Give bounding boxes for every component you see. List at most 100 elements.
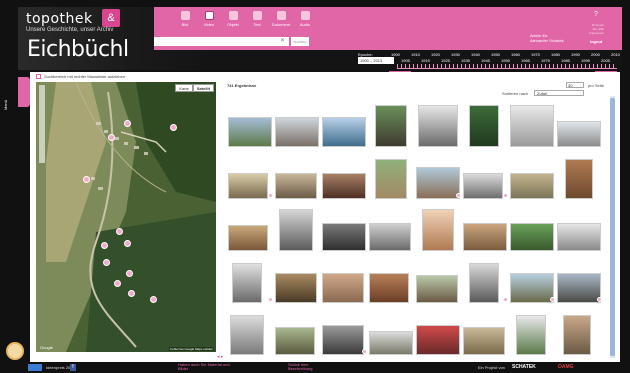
map-marker[interactable] bbox=[83, 176, 90, 183]
photo-thumbnail[interactable] bbox=[367, 310, 415, 355]
photo-thumbnail[interactable] bbox=[226, 310, 274, 355]
timeline-tick-label: 2000 bbox=[591, 52, 600, 57]
photo-thumbnail[interactable] bbox=[461, 258, 509, 303]
photo-thumbnail[interactable] bbox=[555, 206, 603, 251]
help-icon[interactable]: ? bbox=[594, 11, 602, 21]
photo-thumbnail[interactable] bbox=[226, 206, 274, 251]
photo-thumbnail[interactable] bbox=[367, 102, 415, 147]
photo-thumbnail[interactable] bbox=[508, 206, 556, 251]
photo-grid bbox=[226, 102, 602, 358]
photo-thumbnail[interactable] bbox=[320, 310, 368, 355]
photo-thumbnail[interactable] bbox=[367, 258, 415, 303]
search-input[interactable] bbox=[154, 37, 289, 46]
map-marker[interactable] bbox=[114, 280, 121, 287]
photo-thumbnail[interactable] bbox=[226, 258, 274, 303]
photo-thumbnail[interactable] bbox=[414, 102, 462, 147]
nav-objekt-button[interactable]: Objekt bbox=[222, 11, 244, 31]
photo-thumbnail[interactable] bbox=[320, 102, 368, 147]
map-marker[interactable] bbox=[128, 290, 135, 297]
photo-thumbnail[interactable] bbox=[508, 258, 556, 303]
photo-thumbnail[interactable] bbox=[461, 154, 509, 199]
photo-row bbox=[226, 154, 602, 199]
timeline-tick-label: 2010 bbox=[611, 52, 620, 57]
photo-thumbnail[interactable] bbox=[461, 206, 509, 251]
topothek-logo[interactable]: topothek bbox=[26, 11, 93, 27]
results-scroll-thumb[interactable] bbox=[610, 98, 615, 356]
avatar[interactable] bbox=[6, 342, 24, 360]
photo-thumbnail[interactable] bbox=[508, 154, 556, 199]
map-marker[interactable] bbox=[170, 124, 177, 131]
results-scrollbar[interactable] bbox=[610, 96, 615, 358]
photo-thumbnail[interactable] bbox=[414, 206, 462, 251]
photo-thumbnail[interactable] bbox=[555, 102, 603, 147]
timeline-tick-label: 1955 bbox=[501, 58, 510, 63]
schatek-logo[interactable]: SCHATEK bbox=[512, 364, 536, 370]
search-button[interactable]: suchen bbox=[291, 37, 309, 46]
nav-video-button[interactable]: Video bbox=[198, 11, 220, 31]
clear-search-icon[interactable]: ✕ bbox=[278, 37, 287, 46]
photo-row bbox=[226, 310, 602, 355]
map-tab-karte[interactable]: Karte bbox=[175, 84, 193, 92]
photo-thumbnail[interactable] bbox=[461, 102, 509, 147]
photo-thumbnail[interactable] bbox=[555, 310, 603, 355]
nav-bild-button[interactable]: Bild bbox=[174, 11, 196, 31]
header-top-links[interactable]: Ihr Konto Zur Hilfe Impressum bbox=[564, 23, 604, 35]
per-page-label: pro Seite bbox=[588, 83, 605, 88]
nav-text-button[interactable]: Text bbox=[246, 11, 268, 31]
timeline-ruler[interactable] bbox=[397, 64, 617, 69]
photo-thumbnail[interactable] bbox=[320, 206, 368, 251]
photo-thumbnail[interactable] bbox=[273, 258, 321, 303]
map-marker[interactable] bbox=[101, 242, 108, 249]
map-marker[interactable] bbox=[103, 259, 110, 266]
footer-material-link[interactable]: Haben auch Sie Material und Bilder bbox=[178, 363, 230, 371]
photo-thumbnail[interactable] bbox=[273, 310, 321, 355]
photo-thumbnail[interactable] bbox=[226, 102, 274, 147]
photo-thumbnail[interactable] bbox=[273, 102, 321, 147]
map-marker[interactable] bbox=[124, 240, 131, 247]
timeline-tick-label: 1930 bbox=[451, 52, 460, 57]
photo-thumbnail[interactable] bbox=[555, 154, 603, 199]
photo-thumbnail[interactable] bbox=[414, 258, 462, 303]
footer-description-link[interactable]: Schick eine Beschreibung bbox=[288, 363, 312, 371]
nav-audio-button[interactable]: Audio bbox=[294, 11, 316, 31]
timeline-tick-label: 1935 bbox=[461, 58, 470, 63]
per-page-select[interactable]: 30 bbox=[566, 82, 584, 88]
map-marker[interactable] bbox=[126, 270, 133, 277]
photo-thumbnail[interactable] bbox=[273, 206, 321, 251]
photo-thumbnail[interactable] bbox=[273, 154, 321, 199]
nav-dokument-button[interactable]: Dokument bbox=[270, 11, 292, 31]
timeline-tick-label: 1980 bbox=[551, 52, 560, 57]
oamg-logo[interactable]: OAMG bbox=[558, 364, 574, 370]
photo-thumbnail[interactable] bbox=[414, 154, 462, 199]
sidebar-menu-tab[interactable]: Menü bbox=[3, 77, 30, 110]
photo-row bbox=[226, 102, 602, 147]
photo-thumbnail[interactable] bbox=[226, 154, 274, 199]
map-marker[interactable] bbox=[150, 296, 157, 303]
map-zoom-control[interactable] bbox=[39, 85, 45, 163]
map-marker[interactable] bbox=[108, 134, 115, 141]
photo-thumbnail[interactable] bbox=[367, 154, 415, 199]
map-marker[interactable] bbox=[116, 228, 123, 235]
photo-thumbnail[interactable] bbox=[320, 154, 368, 199]
map-marker[interactable] bbox=[124, 120, 131, 127]
photo-thumbnail[interactable] bbox=[461, 310, 509, 355]
photo-thumbnail[interactable] bbox=[555, 258, 603, 303]
facebook-icon[interactable]: f bbox=[70, 364, 76, 371]
map-collapse-arrows[interactable]: ◂ ▸ bbox=[217, 354, 223, 360]
search-area-checkbox[interactable] bbox=[36, 74, 41, 79]
photo-thumbnail[interactable] bbox=[367, 206, 415, 251]
map-tab-satellit[interactable]: Satellit bbox=[192, 84, 214, 92]
photo-thumbnail[interactable] bbox=[320, 258, 368, 303]
satellite-map[interactable]: Karte Satellit Google Fehler bei Google … bbox=[36, 82, 216, 352]
sort-select[interactable]: Zufall bbox=[534, 90, 584, 96]
photo-thumbnail[interactable] bbox=[508, 310, 556, 355]
photo-thumbnail[interactable] bbox=[508, 102, 556, 147]
image-icon bbox=[180, 11, 190, 20]
timeline-tick-label: 1945 bbox=[481, 58, 490, 63]
epoche-select[interactable]: 1900 – 2013 bbox=[358, 57, 394, 64]
photo-thumbnail[interactable] bbox=[414, 310, 462, 355]
logout-link[interactable]: logout bbox=[590, 39, 602, 44]
text-icon bbox=[252, 11, 262, 20]
ideenpreis-logo[interactable] bbox=[28, 364, 42, 371]
map-attribution[interactable]: Fehler bei Google Maps melden bbox=[169, 347, 214, 351]
